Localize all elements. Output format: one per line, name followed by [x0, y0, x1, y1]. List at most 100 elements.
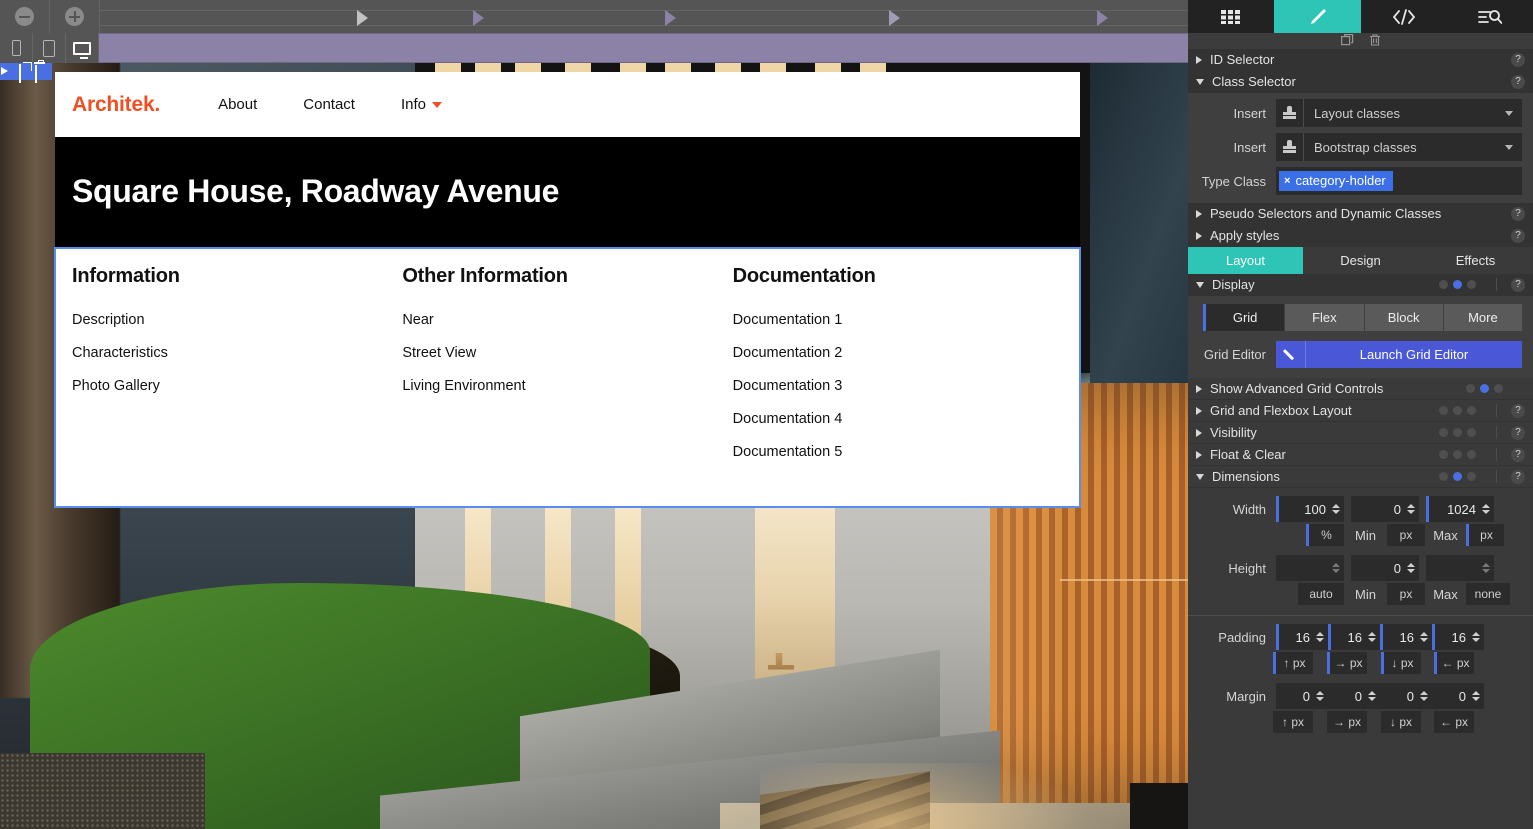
help-icon[interactable]: ?	[1511, 52, 1525, 67]
help-icon[interactable]: ?	[1511, 403, 1525, 418]
tab-layout[interactable]: Layout	[1188, 247, 1303, 274]
width-unit-button[interactable]: %	[1306, 524, 1344, 546]
state-dots[interactable]	[1439, 406, 1476, 415]
height-unit-button[interactable]: auto	[1298, 583, 1344, 605]
category-holder-selected[interactable]: Information Description Characteristics …	[54, 247, 1081, 508]
move-arrow-icon[interactable]	[1, 65, 14, 78]
display-block-button[interactable]: Block	[1364, 304, 1444, 331]
width-input[interactable]: 100	[1276, 496, 1344, 522]
section-visibility[interactable]: Visibility ?	[1188, 422, 1533, 444]
stepper-icon[interactable]	[1419, 691, 1428, 701]
section-apply-styles[interactable]: Apply styles ?	[1188, 225, 1533, 247]
stepper-icon[interactable]	[1471, 632, 1480, 642]
tab-effects[interactable]: Effects	[1418, 247, 1533, 274]
padding-left-unit[interactable]: ← px	[1434, 652, 1474, 674]
device-phone-button[interactable]	[0, 33, 33, 63]
state-dots[interactable]	[1439, 472, 1476, 481]
class-chip[interactable]: × category-holder	[1279, 171, 1393, 191]
stepper-icon[interactable]	[1331, 504, 1340, 514]
max-width-unit-button[interactable]: px	[1466, 524, 1504, 546]
section-class-selector[interactable]: Class Selector ?	[1188, 71, 1533, 93]
stepper-icon[interactable]	[1481, 504, 1490, 514]
margin-left-unit[interactable]: ← px	[1434, 711, 1474, 733]
list-item[interactable]: Documentation 3	[733, 378, 1063, 394]
stepper-icon[interactable]	[1367, 632, 1376, 642]
padding-left-input[interactable]: 16	[1432, 624, 1484, 650]
min-height-input[interactable]: 0	[1351, 555, 1419, 581]
padding-top-input[interactable]: 16	[1276, 624, 1328, 650]
breakpoint-ruler[interactable]	[100, 0, 1188, 33]
list-item[interactable]: Street View	[402, 345, 732, 361]
tab-code-view[interactable]	[1361, 0, 1447, 33]
section-pseudo-selectors[interactable]: Pseudo Selectors and Dynamic Classes ?	[1188, 203, 1533, 225]
list-item[interactable]: Documentation 1	[733, 312, 1063, 328]
state-dots[interactable]	[1466, 384, 1503, 393]
zoom-in-button[interactable]	[50, 0, 100, 33]
tab-design[interactable]: Design	[1303, 247, 1418, 274]
list-item[interactable]: Photo Gallery	[72, 378, 402, 394]
padding-bottom-input[interactable]: 16	[1380, 624, 1432, 650]
max-height-input[interactable]	[1426, 555, 1494, 581]
device-desktop-button[interactable]	[66, 33, 99, 63]
tab-style-brush[interactable]	[1274, 0, 1361, 33]
display-flex-button[interactable]: Flex	[1285, 304, 1365, 331]
nav-link-contact[interactable]: Contact	[303, 96, 355, 113]
margin-right-unit[interactable]: → px	[1327, 711, 1367, 733]
site-logo[interactable]: Architek.	[72, 93, 160, 117]
stepper-icon[interactable]	[1331, 563, 1340, 573]
section-show-advanced-grid-controls[interactable]: Show Advanced Grid Controls	[1188, 378, 1533, 400]
list-item[interactable]: Documentation 4	[733, 411, 1063, 427]
zoom-out-button[interactable]	[0, 0, 50, 33]
help-icon[interactable]: ?	[1511, 206, 1525, 221]
stepper-icon[interactable]	[1367, 691, 1376, 701]
margin-right-input[interactable]: 0	[1328, 683, 1380, 709]
padding-right-unit[interactable]: → px	[1327, 652, 1367, 674]
bootstrap-classes-select[interactable]: Bootstrap classes	[1304, 133, 1522, 161]
section-display[interactable]: Display ?	[1188, 274, 1533, 296]
section-id-selector[interactable]: ID Selector ?	[1188, 49, 1533, 71]
type-class-input[interactable]: × category-holder	[1276, 167, 1522, 195]
breakpoint-marker[interactable]	[473, 10, 484, 26]
breakpoint-marker[interactable]	[357, 10, 368, 26]
device-tablet-button[interactable]	[33, 33, 66, 63]
help-icon[interactable]: ?	[1511, 74, 1525, 89]
list-item[interactable]: Living Environment	[402, 378, 732, 394]
padding-right-input[interactable]: 16	[1328, 624, 1380, 650]
stepper-icon[interactable]	[1406, 504, 1415, 514]
section-grid-and-flexbox-layout[interactable]: Grid and Flexbox Layout ?	[1188, 400, 1533, 422]
nav-link-about[interactable]: About	[218, 96, 257, 113]
list-item[interactable]: Documentation 5	[733, 444, 1063, 460]
height-input[interactable]	[1276, 555, 1344, 581]
padding-bottom-unit[interactable]: ↓ px	[1381, 652, 1421, 674]
display-more-button[interactable]: More	[1443, 304, 1522, 331]
state-dots[interactable]	[1439, 428, 1476, 437]
list-item[interactable]: Near	[402, 312, 732, 328]
help-icon[interactable]: ?	[1511, 447, 1525, 462]
help-icon[interactable]: ?	[1511, 469, 1525, 484]
help-icon[interactable]: ?	[1511, 277, 1525, 292]
stepper-icon[interactable]	[1315, 632, 1324, 642]
insert-stamp-button-bootstrap[interactable]	[1276, 133, 1304, 161]
pencil-icon[interactable]	[1276, 341, 1306, 368]
min-width-unit-button[interactable]: px	[1387, 524, 1425, 546]
padding-top-unit[interactable]: ↑ px	[1273, 652, 1313, 674]
stepper-icon[interactable]	[1315, 691, 1324, 701]
list-item[interactable]: Characteristics	[72, 345, 402, 361]
layout-classes-select[interactable]: Layout classes	[1304, 99, 1522, 127]
display-grid-button[interactable]: Grid	[1206, 304, 1286, 331]
tab-search-view[interactable]	[1447, 0, 1533, 33]
margin-top-unit[interactable]: ↑ px	[1273, 711, 1313, 733]
state-dots[interactable]	[1439, 280, 1476, 289]
breakpoint-band[interactable]	[99, 33, 1188, 63]
help-icon[interactable]: ?	[1511, 425, 1525, 440]
nav-link-info[interactable]: Info	[401, 96, 443, 113]
launch-grid-editor-button[interactable]: Launch Grid Editor	[1306, 341, 1522, 368]
breakpoint-marker[interactable]	[665, 10, 676, 26]
help-icon[interactable]: ?	[1511, 228, 1525, 243]
list-item[interactable]: Description	[72, 312, 402, 328]
tab-grid-view[interactable]	[1188, 0, 1274, 33]
stepper-icon[interactable]	[1471, 691, 1480, 701]
margin-top-input[interactable]: 0	[1276, 683, 1328, 709]
section-float-and-clear[interactable]: Float & Clear ?	[1188, 444, 1533, 466]
max-height-unit-button[interactable]: none	[1466, 583, 1510, 605]
